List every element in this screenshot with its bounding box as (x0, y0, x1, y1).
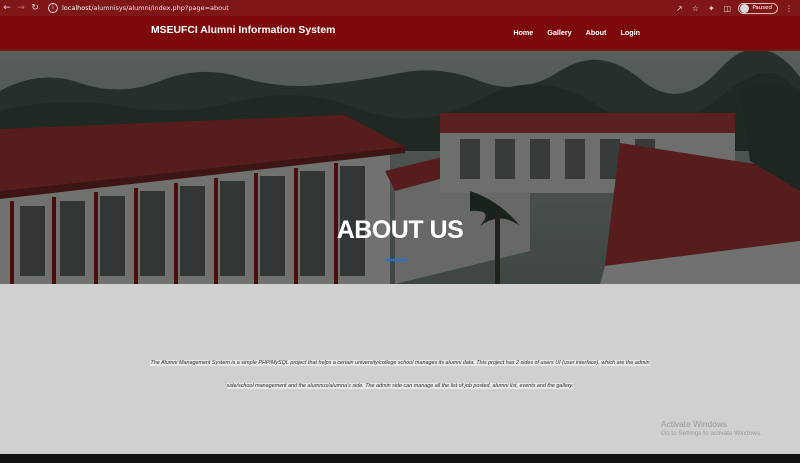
nav-about[interactable]: About (586, 28, 607, 37)
watermark-line1: Activate Windows (661, 419, 728, 429)
nav-home[interactable]: Home (513, 28, 533, 37)
url-path: /alumnisys/alumni/index.php?page=about (91, 4, 229, 12)
share-icon[interactable]: ↗ (674, 4, 684, 13)
taskbar-strip (0, 454, 800, 463)
avatar (740, 3, 750, 13)
reload-icon[interactable]: ↻ (28, 0, 42, 16)
address-bar[interactable]: localhost/alumnisys/alumni/index.php?pag… (62, 4, 229, 12)
browser-menu-icon[interactable]: ⋮ (784, 4, 794, 13)
browser-toolbar: ← → ↻ i localhost/alumnisys/alumni/index… (0, 0, 800, 16)
hero-banner: ABOUT US (0, 51, 800, 284)
side-panel-icon[interactable]: ◫ (722, 4, 732, 13)
profile-status-label: Paused (752, 5, 772, 11)
site-menu: Home Gallery About Login (499, 28, 640, 37)
site-brand[interactable]: MSEUFCI Alumni Information System (151, 25, 335, 36)
site-info-icon[interactable]: i (48, 3, 58, 13)
windows-activation-watermark: Activate Windows Go to Settings to activ… (661, 419, 762, 437)
nav-gallery[interactable]: Gallery (547, 28, 571, 37)
browser-actions: ↗ ☆ ✦ ◫ Paused ⋮ (674, 2, 800, 14)
title-divider (385, 259, 407, 261)
url-host: localhost (62, 4, 92, 12)
site-navbar: MSEUFCI Alumni Information System Home G… (0, 16, 800, 51)
watermark-line2: Go to Settings to activate Windows. (661, 430, 762, 437)
profile-button[interactable]: Paused (738, 2, 778, 14)
about-text: The Alumni Management System is a simple… (150, 360, 650, 389)
page-title: ABOUT US (336, 216, 464, 244)
extensions-puzzle-icon[interactable]: ✦ (706, 4, 716, 13)
nav-login[interactable]: Login (620, 28, 640, 37)
back-icon[interactable]: ← (0, 0, 14, 16)
campus-photo (0, 51, 800, 284)
bookmark-star-icon[interactable]: ☆ (690, 4, 700, 13)
about-text-container: The Alumni Management System is a simple… (140, 352, 660, 398)
forward-icon[interactable]: → (14, 0, 28, 16)
